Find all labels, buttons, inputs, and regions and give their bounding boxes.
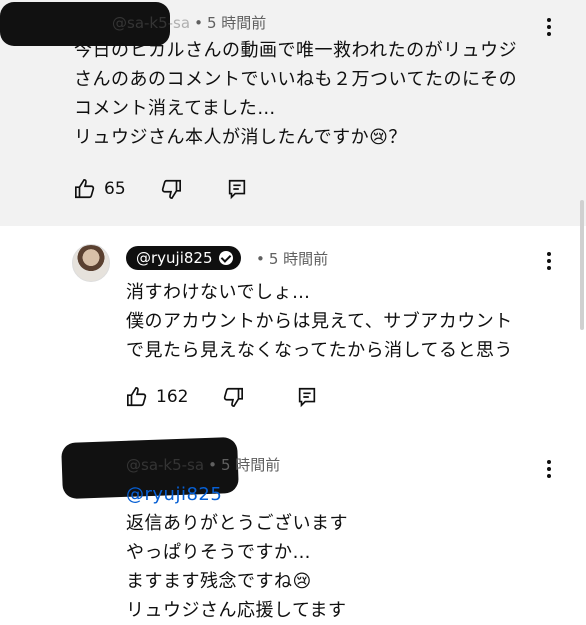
comment-actions: 162 xyxy=(126,386,318,408)
avatar[interactable] xyxy=(72,244,110,282)
comment-line: 今日のヒカルさんの動画で唯一救われたのがリュウジ xyxy=(74,40,518,61)
like-count: 65 xyxy=(104,179,126,199)
comment-line: さんのあのコメントでいいねも２万ついてたのにその xyxy=(74,69,518,90)
comment-line: 返信ありがとうございます xyxy=(126,513,348,534)
comment-line: コメント消えてました… xyxy=(74,98,276,119)
comment-3: @sa-k5-sa • 5 時間前 @ryuji825 返信ありがとうございます や… xyxy=(0,432,586,621)
thumbs-down-icon[interactable] xyxy=(160,178,182,200)
comment-text: 消すわけないでしょ… 僕のアカウントからは見えて、サブアカウント で見たら見えな… xyxy=(126,278,513,365)
comment-meta: @sa-k5-sa • 5 時間前 xyxy=(126,456,281,474)
comment-text: @ryuji825 返信ありがとうございます やっぱりそうですか… ますます残念… xyxy=(126,480,348,625)
comment-line: 僕のアカウントからは見えて、サブアカウント xyxy=(126,311,513,332)
more-vert-icon[interactable] xyxy=(546,18,552,40)
comment-author[interactable]: @sa-k5-sa xyxy=(112,14,190,32)
comment-time: 5 時間前 xyxy=(268,250,329,268)
reply-icon[interactable] xyxy=(296,386,318,408)
like-count: 162 xyxy=(156,387,189,407)
comment-line: やっぱりそうですか… xyxy=(126,542,311,563)
reply-icon[interactable] xyxy=(226,178,248,200)
comment-1: @sa-k5-sa • 5 時間前 今日のヒカルさんの動画で唯一救われたのがリュウジ… xyxy=(0,0,586,226)
comment-line: ますます残念ですね😢 xyxy=(126,571,312,592)
comment-author[interactable]: @sa-k5-sa xyxy=(126,456,204,474)
comment-line: 消すわけないでしょ… xyxy=(126,282,311,303)
thumbs-up-icon[interactable] xyxy=(74,178,96,200)
comment-time: 5 時間前 xyxy=(206,14,267,32)
comment-time: 5 時間前 xyxy=(220,456,281,474)
scrollbar[interactable] xyxy=(580,200,584,330)
comment-meta: • 5 時間前 xyxy=(256,250,329,268)
comment-2: @ryuji825 • 5 時間前 消すわけないでしょ… 僕のアカウントからは見え… xyxy=(0,226,586,432)
verified-author-badge[interactable]: @ryuji825 xyxy=(126,246,241,270)
comment-text: 今日のヒカルさんの動画で唯一救われたのがリュウジ さんのあのコメントでいいねも２… xyxy=(74,36,517,152)
comment-line: で見たら見えなくなってたから消してると思う xyxy=(126,340,514,361)
comment-author: @ryuji825 xyxy=(136,249,213,267)
comment-actions: 65 xyxy=(74,178,248,200)
comment-line: リュウジさん本人が消したんですか😢？ xyxy=(74,127,407,148)
comment-meta: @sa-k5-sa • 5 時間前 xyxy=(112,14,267,32)
more-vert-icon[interactable] xyxy=(546,460,552,482)
thumbs-up-icon[interactable] xyxy=(126,386,148,408)
mention-link[interactable]: @ryuji825 xyxy=(126,480,348,509)
thumbs-down-icon[interactable] xyxy=(222,386,244,408)
verified-check-icon xyxy=(218,251,233,265)
more-vert-icon[interactable] xyxy=(546,252,552,274)
